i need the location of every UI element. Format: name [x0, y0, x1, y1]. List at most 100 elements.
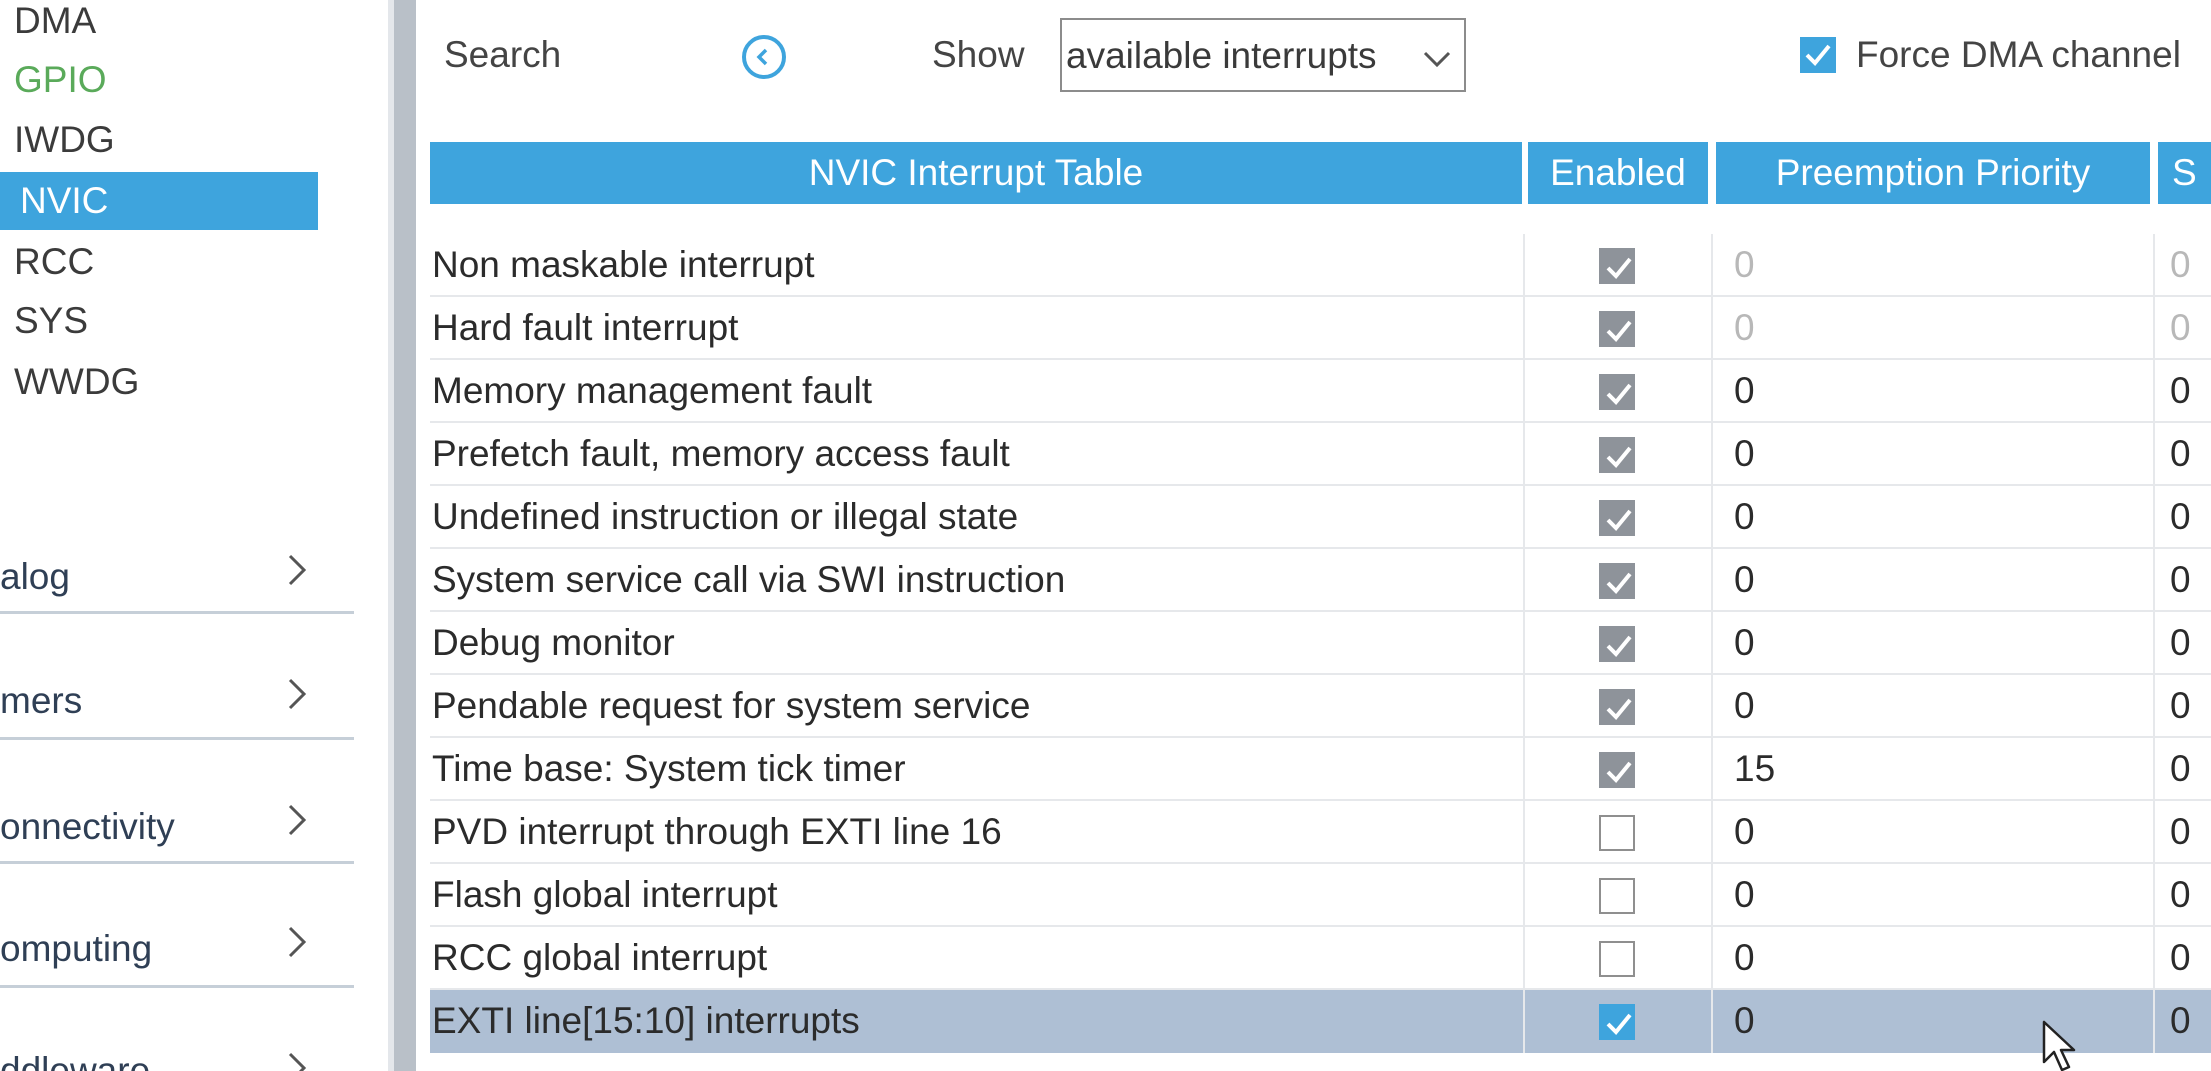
category-middleware[interactable]: ddleware — [0, 988, 354, 1071]
sub-priority-value[interactable]: 0 — [2170, 555, 2191, 605]
panel-splitter[interactable] — [394, 0, 416, 1071]
column-separator — [2153, 738, 2155, 801]
column-separator — [1711, 801, 1713, 864]
preemption-priority-value[interactable]: 0 — [1734, 681, 1755, 731]
search-back-button[interactable] — [742, 35, 786, 79]
category-analog[interactable]: alog — [0, 490, 354, 614]
sub-priority-value[interactable]: 0 — [2170, 996, 2191, 1046]
column-separator — [1711, 549, 1713, 612]
interrupt-name: Non maskable interrupt — [432, 244, 815, 285]
preemption-priority-value[interactable]: 0 — [1734, 492, 1755, 542]
column-separator — [1523, 864, 1525, 927]
checkmark-icon — [1606, 509, 1632, 531]
sub-priority-value[interactable]: 0 — [2170, 618, 2191, 668]
preemption-priority-value[interactable]: 0 — [1734, 933, 1755, 983]
preemption-priority-value[interactable]: 15 — [1734, 744, 1775, 794]
interrupt-name: Flash global interrupt — [432, 874, 778, 915]
column-separator — [1523, 927, 1525, 990]
column-separator — [1523, 234, 1525, 297]
interrupt-name: Undefined instruction or illegal state — [432, 496, 1019, 537]
column-separator — [1711, 234, 1713, 297]
force-dma-checkbox[interactable] — [1800, 37, 1836, 73]
column-separator — [1523, 297, 1525, 360]
table-row[interactable]: EXTI line[15:10] interrupts 0 0 — [430, 990, 2211, 1053]
preemption-priority-value[interactable]: 0 — [1734, 807, 1755, 857]
checkmark-icon — [1606, 446, 1632, 468]
interrupt-name: Pendable request for system service — [432, 685, 1031, 726]
table-row[interactable]: RCC global interrupt 0 0 — [430, 927, 2211, 990]
sidebar-item-rcc[interactable]: RCC — [14, 233, 94, 291]
sub-priority-value[interactable]: 0 — [2170, 807, 2191, 857]
category-computing[interactable]: omputing — [0, 864, 354, 988]
sub-priority-value[interactable]: 0 — [2170, 492, 2191, 542]
sidebar-item-gpio[interactable]: GPIO — [14, 51, 107, 109]
preemption-priority-value[interactable]: 0 — [1734, 870, 1755, 920]
sidebar-item-wwdg[interactable]: WWDG — [14, 353, 139, 411]
enabled-checkbox[interactable] — [1599, 752, 1635, 788]
category-label: mers — [0, 680, 83, 721]
show-label: Show — [932, 34, 1025, 75]
enabled-checkbox[interactable] — [1599, 500, 1635, 536]
sidebar-item-dma[interactable]: DMA — [14, 0, 96, 50]
show-filter-select[interactable]: available interrupts — [1060, 18, 1466, 92]
category-timers[interactable]: mers — [0, 616, 354, 740]
show-filter-value: available interrupts — [1066, 35, 1377, 76]
column-separator — [1523, 801, 1525, 864]
interrupt-name: Time base: System tick timer — [432, 748, 906, 789]
column-separator — [1523, 675, 1525, 738]
column-separator — [1711, 864, 1713, 927]
table-row[interactable]: PVD interrupt through EXTI line 16 0 0 — [430, 801, 2211, 864]
table-row[interactable]: Prefetch fault, memory access fault 0 0 — [430, 423, 2211, 486]
column-header-enabled[interactable]: Enabled — [1528, 142, 1708, 204]
preemption-priority-value[interactable]: 0 — [1734, 429, 1755, 479]
enabled-checkbox[interactable] — [1599, 437, 1635, 473]
enabled-checkbox[interactable] — [1599, 374, 1635, 410]
column-separator — [1523, 360, 1525, 423]
enabled-checkbox[interactable] — [1599, 1004, 1635, 1040]
chevron-right-icon — [288, 1052, 307, 1071]
preemption-priority-value[interactable]: 0 — [1734, 555, 1755, 605]
sub-priority-value[interactable]: 0 — [2170, 681, 2191, 731]
preemption-priority-value[interactable]: 0 — [1734, 618, 1755, 668]
sub-priority-value[interactable]: 0 — [2170, 870, 2191, 920]
enabled-checkbox[interactable] — [1599, 878, 1635, 914]
table-row[interactable]: System service call via SWI instruction 0… — [430, 549, 2211, 612]
enabled-checkbox[interactable] — [1599, 563, 1635, 599]
column-separator — [1523, 486, 1525, 549]
table-row[interactable]: Undefined instruction or illegal state 0 0 — [430, 486, 2211, 549]
interrupt-name: Debug monitor — [432, 622, 675, 663]
sub-priority-value[interactable]: 0 — [2170, 744, 2191, 794]
column-separator — [1711, 297, 1713, 360]
column-separator — [1711, 423, 1713, 486]
enabled-checkbox[interactable] — [1599, 689, 1635, 725]
sidebar-item-sys[interactable]: SYS — [14, 292, 88, 350]
preemption-priority-value[interactable]: 0 — [1734, 996, 1755, 1046]
enabled-checkbox[interactable] — [1599, 941, 1635, 977]
chevron-right-icon — [288, 678, 307, 710]
table-row[interactable]: Flash global interrupt 0 0 — [430, 864, 2211, 927]
force-dma-label: Force DMA channel — [1856, 34, 2181, 75]
table-row[interactable]: Time base: System tick timer 15 0 — [430, 738, 2211, 801]
table-row[interactable]: Non maskable interrupt 0 0 — [430, 234, 2211, 297]
chevron-right-icon — [288, 926, 307, 958]
column-header-interrupt-name[interactable]: NVIC Interrupt Table — [430, 142, 1522, 204]
column-header-preemption-priority[interactable]: Preemption Priority — [1716, 142, 2150, 204]
enabled-checkbox[interactable] — [1599, 815, 1635, 851]
preemption-priority-value[interactable]: 0 — [1734, 366, 1755, 416]
column-separator — [2153, 990, 2155, 1053]
sub-priority-value[interactable]: 0 — [2170, 429, 2191, 479]
sidebar-item-nvic[interactable]: NVIC — [0, 172, 318, 230]
interrupt-name: RCC global interrupt — [432, 937, 768, 978]
table-row[interactable]: Memory management fault 0 0 — [430, 360, 2211, 423]
category-connectivity[interactable]: onnectivity — [0, 740, 354, 864]
enabled-checkbox[interactable] — [1599, 626, 1635, 662]
column-header-sub-priority[interactable]: S — [2158, 142, 2211, 204]
table-row[interactable]: Pendable request for system service 0 0 — [430, 675, 2211, 738]
column-separator — [1711, 675, 1713, 738]
sub-priority-value[interactable]: 0 — [2170, 366, 2191, 416]
sub-priority-value[interactable]: 0 — [2170, 933, 2191, 983]
sidebar-item-iwdg[interactable]: IWDG — [14, 111, 115, 169]
column-separator — [1523, 549, 1525, 612]
table-row[interactable]: Debug monitor 0 0 — [430, 612, 2211, 675]
table-row[interactable]: Hard fault interrupt 0 0 — [430, 297, 2211, 360]
